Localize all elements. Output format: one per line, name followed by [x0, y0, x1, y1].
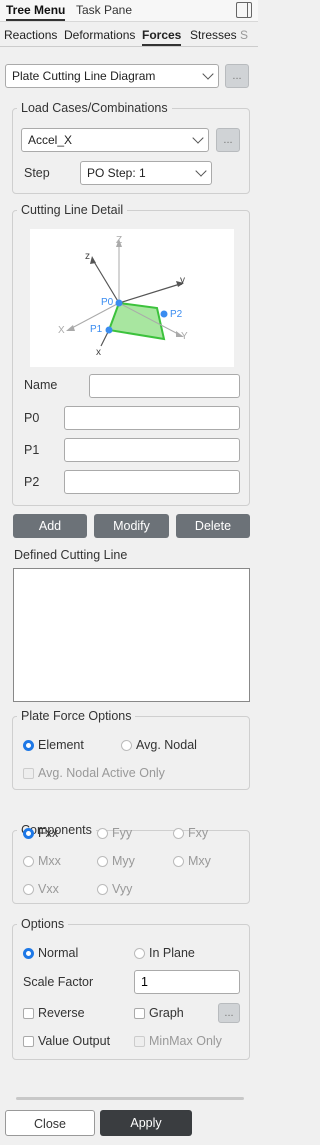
step-select[interactable]: PO Step: 1 — [80, 161, 212, 185]
tab-deformations[interactable]: Deformations — [64, 28, 135, 42]
cutting-line-figure: Z z y X x Y P0 P1 P2 — [30, 229, 234, 367]
p1-input[interactable] — [64, 438, 240, 462]
mxy-label: Mxy — [188, 854, 211, 868]
tab-reactions[interactable]: Reactions — [4, 28, 57, 42]
point-p1 — [105, 326, 113, 334]
axis-Y-label: Y — [181, 331, 188, 342]
avg-nodal-label: Avg. Nodal — [136, 738, 197, 752]
mxx-radio[interactable] — [23, 856, 34, 867]
chevron-down-icon — [192, 132, 204, 144]
plate-shape — [107, 301, 166, 341]
step-value: PO Step: 1 — [87, 166, 146, 180]
load-case-select[interactable]: Accel_X — [21, 128, 209, 152]
graph-checkbox[interactable] — [134, 1008, 145, 1019]
tab-stresses[interactable]: Stresses — [190, 28, 237, 42]
step-label: Step — [24, 166, 50, 180]
p2-input[interactable] — [64, 470, 240, 494]
p0-label: P0 — [101, 297, 114, 308]
p2-field-label: P2 — [24, 475, 40, 489]
normal-label: Normal — [38, 946, 79, 960]
minmax-only-label: MinMax Only — [149, 1034, 222, 1048]
graph-label: Graph — [149, 1006, 184, 1020]
element-radio[interactable] — [23, 740, 34, 751]
mxy-radio[interactable] — [173, 856, 184, 867]
delete-button[interactable]: Delete — [176, 514, 250, 538]
scale-factor-label: Scale Factor — [23, 975, 94, 989]
modify-button[interactable]: Modify — [94, 514, 169, 538]
axis-z-label: z — [85, 251, 90, 262]
chevron-down-icon — [202, 68, 214, 80]
in-plane-label: In Plane — [149, 946, 195, 960]
mxx-label: Mxx — [38, 854, 61, 868]
diagram-type-value: Plate Cutting Line Diagram — [12, 69, 156, 83]
in-plane-radio[interactable] — [134, 948, 145, 959]
close-button[interactable]: Close — [5, 1110, 95, 1136]
p0-input[interactable] — [64, 406, 240, 430]
scale-factor-input[interactable] — [134, 970, 240, 994]
normal-radio[interactable] — [23, 948, 34, 959]
reverse-checkbox[interactable] — [23, 1008, 34, 1019]
vxx-radio[interactable] — [23, 884, 34, 895]
value-output-checkbox[interactable] — [23, 1036, 34, 1047]
graph-settings-button[interactable]: ... — [218, 1003, 240, 1023]
axis-y-label: y — [180, 275, 185, 286]
tab-tree-menu[interactable]: Tree Menu — [6, 3, 66, 21]
axis-X-label: X — [58, 325, 65, 336]
diagram-type-select[interactable]: Plate Cutting Line Diagram — [5, 64, 219, 88]
tab-forces[interactable]: Forces — [142, 28, 182, 46]
vxx-label: Vxx — [38, 882, 59, 896]
fxy-radio[interactable] — [173, 828, 184, 839]
fxx-label: Fxx — [38, 826, 59, 840]
defined-cutting-line-label: Defined Cutting Line — [14, 548, 128, 562]
fxy-label: Fxy — [188, 826, 209, 840]
axis-Z-label: Z — [116, 235, 122, 246]
avg-nodal-active-only-checkbox[interactable] — [23, 768, 34, 779]
add-button[interactable]: Add — [13, 514, 87, 538]
options-legend: Options — [17, 917, 69, 931]
diagram-more-button[interactable]: ... — [225, 64, 249, 88]
fxx-radio[interactable] — [23, 828, 34, 839]
avg-nodal-active-only-label: Avg. Nodal Active Only — [38, 766, 165, 780]
defined-cutting-line-list[interactable] — [13, 568, 250, 702]
result-tab-bar: Reactions Deformations Forces Stresses S — [0, 25, 258, 47]
chevron-down-icon — [195, 165, 207, 177]
point-p2 — [160, 310, 168, 318]
p1-label: P1 — [90, 324, 103, 335]
avg-nodal-radio[interactable] — [121, 740, 132, 751]
plate-force-options-legend: Plate Force Options — [17, 709, 136, 723]
name-label: Name — [24, 378, 58, 392]
reverse-label: Reverse — [38, 1006, 85, 1020]
panel-toggle-icon[interactable] — [236, 2, 252, 18]
myy-radio[interactable] — [97, 856, 108, 867]
myy-label: Myy — [112, 854, 135, 868]
tab-overflow[interactable]: S — [240, 28, 248, 42]
load-cases-legend: Load Cases/Combinations — [17, 101, 172, 115]
cutting-line-legend: Cutting Line Detail — [17, 203, 128, 217]
minmax-only-checkbox[interactable] — [134, 1036, 145, 1047]
name-input[interactable] — [89, 374, 240, 398]
p2-label: P2 — [170, 309, 183, 320]
vyy-label: Vyy — [112, 882, 133, 896]
value-output-label: Value Output — [38, 1034, 111, 1048]
point-p0 — [115, 299, 123, 307]
cutting-line-diagram: Z z y X x Y P0 P1 P2 — [58, 235, 188, 358]
apply-button[interactable]: Apply — [100, 1110, 192, 1136]
fyy-radio[interactable] — [97, 828, 108, 839]
load-case-value: Accel_X — [28, 133, 73, 147]
axis-x-label: x — [96, 347, 101, 358]
tab-task-pane[interactable]: Task Pane — [76, 3, 132, 17]
fyy-label: Fyy — [112, 826, 133, 840]
element-label: Element — [38, 738, 84, 752]
p1-field-label: P1 — [24, 443, 40, 457]
top-tab-bar: Tree Menu Task Pane — [0, 0, 258, 22]
vyy-radio[interactable] — [97, 884, 108, 895]
p0-field-label: P0 — [24, 411, 40, 425]
scroll-divider — [16, 1097, 244, 1100]
load-case-more-button[interactable]: ... — [216, 128, 240, 152]
